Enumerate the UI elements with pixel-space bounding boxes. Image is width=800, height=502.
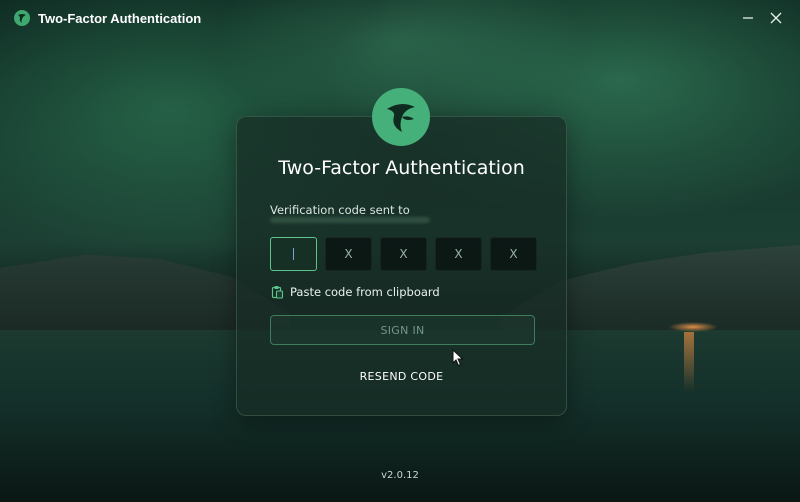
minimize-icon bbox=[743, 17, 753, 19]
minimize-button[interactable] bbox=[736, 6, 760, 30]
mouse-cursor-icon bbox=[452, 349, 464, 367]
light-reflection bbox=[684, 332, 694, 392]
version-label: v2.0.12 bbox=[381, 470, 419, 481]
title-bar: Two-Factor Authentication bbox=[0, 0, 800, 36]
close-icon bbox=[770, 12, 782, 24]
verification-sent-label: Verification code sent to bbox=[270, 203, 410, 217]
paste-code-label: Paste code from clipboard bbox=[290, 285, 440, 299]
masked-destination bbox=[270, 217, 430, 223]
code-input-row: X X X X bbox=[270, 237, 537, 271]
close-button[interactable] bbox=[764, 6, 788, 30]
code-digit-4[interactable]: X bbox=[435, 237, 482, 271]
window-title: Two-Factor Authentication bbox=[38, 10, 202, 26]
code-digit-1[interactable] bbox=[270, 237, 317, 271]
paste-code-link[interactable]: Paste code from clipboard bbox=[270, 285, 440, 299]
app-logo-icon bbox=[14, 10, 30, 26]
code-digit-3[interactable]: X bbox=[380, 237, 427, 271]
sign-in-button[interactable]: SIGN IN bbox=[270, 315, 535, 345]
card-title: Two-Factor Authentication bbox=[278, 157, 525, 179]
code-digit-5[interactable]: X bbox=[490, 237, 537, 271]
code-digit-2[interactable]: X bbox=[325, 237, 372, 271]
resend-code-button[interactable]: RESEND CODE bbox=[237, 370, 566, 383]
text-caret bbox=[293, 248, 294, 260]
town-light-glow bbox=[668, 322, 718, 332]
clipboard-icon bbox=[271, 286, 284, 299]
auth-card: Two-Factor Authentication Verification c… bbox=[236, 116, 567, 416]
brand-logo-icon bbox=[372, 88, 430, 146]
